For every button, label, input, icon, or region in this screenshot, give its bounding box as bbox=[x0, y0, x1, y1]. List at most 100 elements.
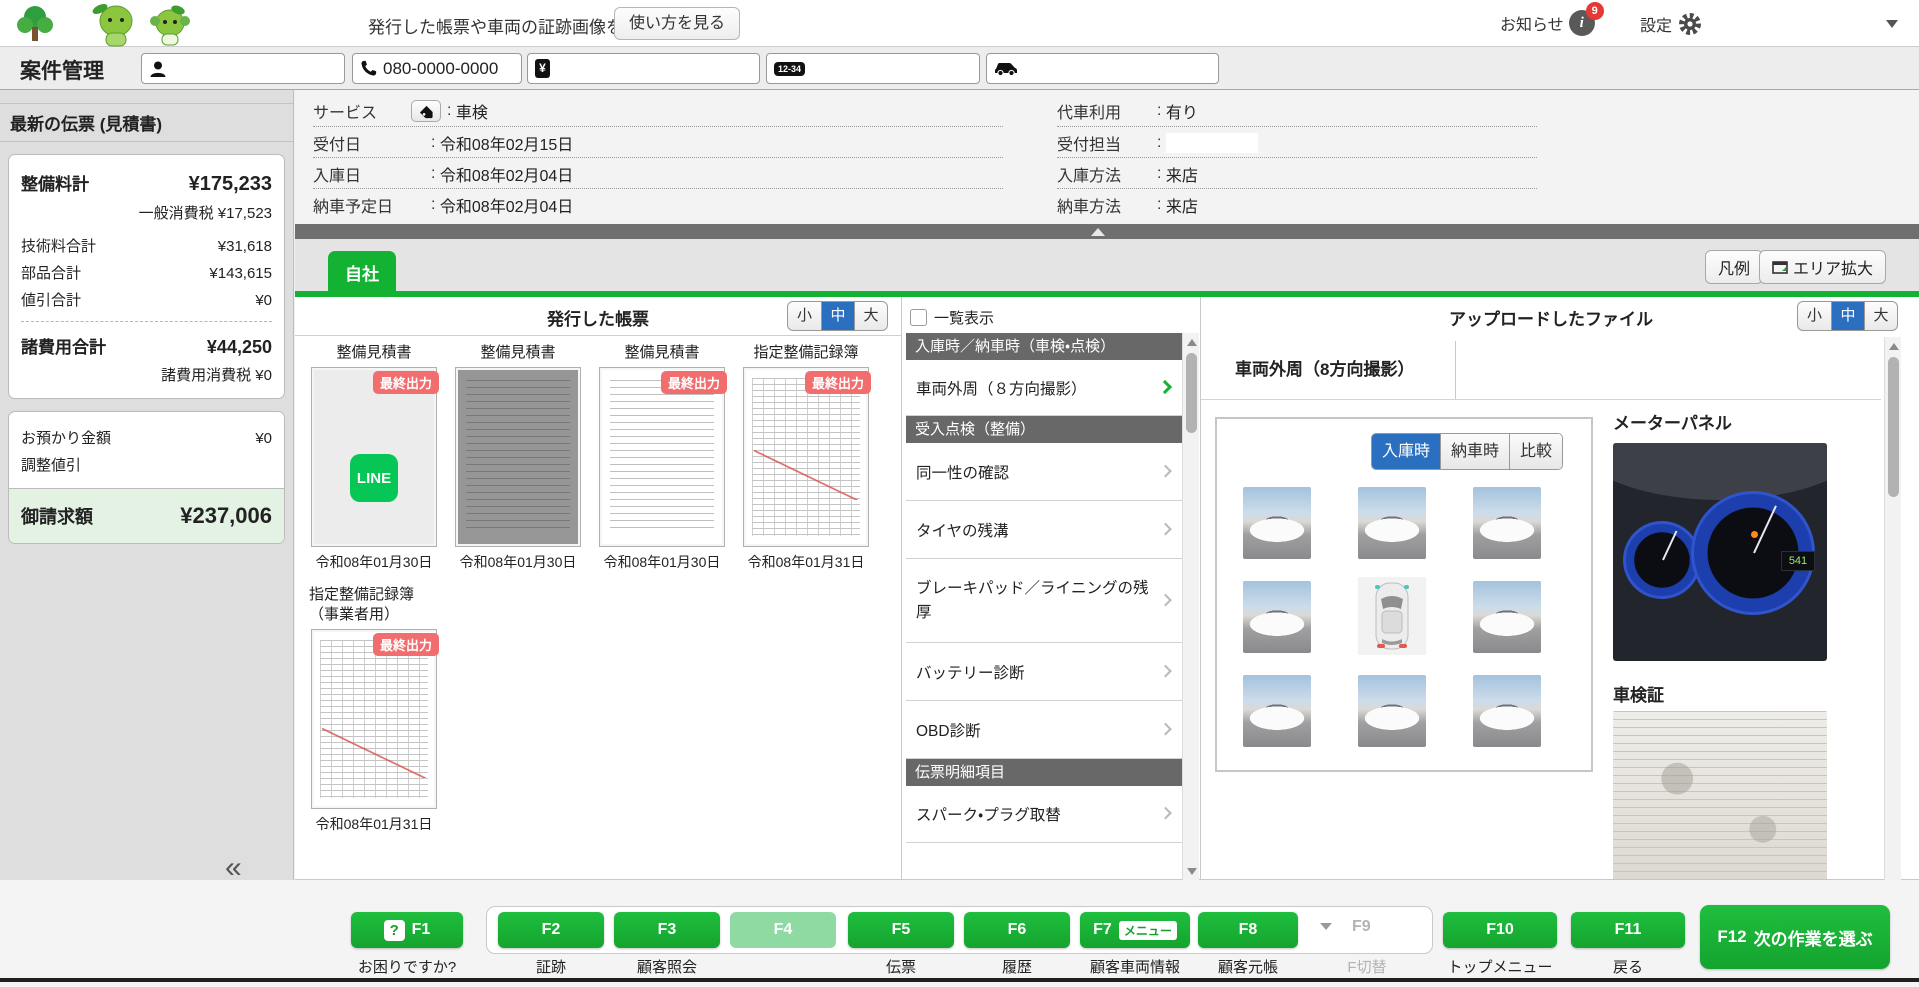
staff-name-redacted bbox=[1166, 133, 1258, 153]
list-view-checkbox[interactable] bbox=[910, 309, 927, 326]
area-expand-button[interactable]: エリア拡大 bbox=[1759, 250, 1886, 284]
document-card[interactable]: 整備見積書 LINE 最終出力 令和08年01月30日 bbox=[309, 343, 439, 572]
f11-label: 戻る bbox=[1571, 956, 1685, 977]
document-card[interactable]: 指定整備記録簿（事業者用） 最終出力 令和08年01月31日 bbox=[309, 585, 439, 834]
document-thumbnail-line[interactable]: LINE 最終出力 bbox=[311, 367, 437, 547]
meter-panel-photo[interactable]: 541 bbox=[1613, 443, 1827, 661]
invoice-card: お預かり金額 ¥0 調整値引 御請求額 ¥237,006 bbox=[8, 411, 285, 544]
inspection-item[interactable]: OBD診断 bbox=[906, 701, 1182, 759]
f9-dropdown-icon[interactable] bbox=[1320, 923, 1332, 930]
reception-staff-row: 受付担当 : bbox=[1057, 130, 1537, 156]
car-right-side-photo[interactable] bbox=[1473, 581, 1541, 653]
mascot-characters bbox=[82, 1, 208, 47]
car-top-view-diagram[interactable] bbox=[1358, 577, 1426, 655]
f12-button[interactable]: F12 次の作業を選ぶ bbox=[1700, 905, 1890, 969]
inspection-item[interactable]: 車両外周（８方向撮影） bbox=[906, 360, 1182, 416]
car-rear-right-photo[interactable] bbox=[1473, 675, 1541, 747]
inspection-item[interactable]: 同一性の確認 bbox=[906, 443, 1182, 501]
car-left-side-photo[interactable] bbox=[1243, 581, 1311, 653]
info-icon[interactable]: i 9 bbox=[1569, 10, 1595, 36]
size-medium[interactable]: 中 bbox=[1831, 302, 1864, 330]
separator: : bbox=[447, 102, 451, 120]
chevron-right-icon bbox=[1159, 807, 1172, 820]
size-small[interactable]: 小 bbox=[788, 302, 821, 330]
settings[interactable]: 設定 bbox=[1640, 10, 1704, 38]
files-size-toggle[interactable]: 小 中 大 bbox=[1797, 301, 1898, 331]
scroll-up-button[interactable] bbox=[1885, 337, 1902, 355]
inspection-item[interactable]: タイヤの残溝 bbox=[906, 501, 1182, 559]
car-rear-left-photo[interactable] bbox=[1243, 675, 1311, 747]
f10-label: トップメニュー bbox=[1439, 956, 1561, 977]
certificate-photo[interactable] bbox=[1613, 711, 1827, 880]
vehicle-photo-card: 入庫時 納車時 比較 bbox=[1215, 417, 1593, 772]
vehicle-input[interactable] bbox=[986, 53, 1219, 84]
document-thumbnail[interactable]: 最終出力 bbox=[311, 629, 437, 809]
f5-button[interactable]: F5 bbox=[848, 912, 954, 948]
deposit-label: お預かり金額 bbox=[21, 427, 111, 448]
scrollbar-thumb[interactable] bbox=[1888, 357, 1899, 497]
document-thumbnail[interactable]: 最終出力 bbox=[743, 367, 869, 547]
phone-value: 080-0000-0000 bbox=[383, 59, 498, 79]
f3-button[interactable]: F3 bbox=[614, 912, 720, 948]
notifications[interactable]: お知らせ i 9 bbox=[1500, 10, 1595, 36]
f4-button[interactable]: F4 bbox=[730, 912, 836, 948]
photo-compare-tabs[interactable]: 入庫時 納車時 比較 bbox=[1371, 433, 1563, 470]
document-card[interactable]: 整備見積書 最終出力 令和08年01月30日 bbox=[597, 343, 727, 572]
size-medium[interactable]: 中 bbox=[821, 302, 854, 330]
odometer-display: 541 bbox=[1781, 551, 1815, 571]
document-card[interactable]: 指定整備記録簿 最終出力 令和08年01月31日 bbox=[741, 343, 871, 572]
car-rear-photo[interactable] bbox=[1358, 675, 1426, 747]
f10-button[interactable]: F10 bbox=[1443, 912, 1557, 948]
f1-button[interactable]: ? F1 bbox=[351, 912, 463, 948]
f8-button[interactable]: F8 bbox=[1198, 912, 1298, 948]
files-scrollbar[interactable] bbox=[1884, 337, 1901, 880]
bottom-divider bbox=[0, 978, 1919, 982]
tab-checkin[interactable]: 入庫時 bbox=[1372, 434, 1440, 469]
document-thumbnail[interactable] bbox=[455, 367, 581, 547]
size-large[interactable]: 大 bbox=[854, 302, 887, 330]
maintenance-total-value: ¥175,233 bbox=[189, 173, 272, 196]
expenses-tax: 諸費用消費税 ¥0 bbox=[21, 364, 272, 385]
panel-collapse-bar[interactable] bbox=[295, 224, 1919, 239]
f2-button[interactable]: F2 bbox=[498, 912, 604, 948]
document-thumbnail[interactable]: 最終出力 bbox=[599, 367, 725, 547]
tree-logo-icon bbox=[12, 3, 58, 45]
f7-label: 顧客車両情報 bbox=[1078, 956, 1192, 977]
scrollbar-thumb[interactable] bbox=[1186, 353, 1197, 433]
documents-size-toggle[interactable]: 小 中 大 bbox=[787, 301, 888, 331]
chevron-right-icon bbox=[1159, 464, 1172, 477]
gear-icon[interactable] bbox=[1676, 10, 1704, 38]
tag-icon-button[interactable] bbox=[411, 100, 441, 122]
date-input[interactable]: 12-34 bbox=[766, 53, 980, 84]
scroll-up-button[interactable] bbox=[1183, 333, 1200, 351]
certificate-label: 車検証 bbox=[1613, 681, 1664, 706]
inspection-item[interactable]: バッテリー診断 bbox=[906, 643, 1182, 701]
settings-label: 設定 bbox=[1640, 12, 1672, 36]
inspection-item[interactable]: スパーク・プラグ取替 bbox=[906, 786, 1182, 843]
discount-total-value: ¥0 bbox=[255, 292, 272, 309]
car-front-left-photo[interactable] bbox=[1243, 487, 1311, 559]
f6-button[interactable]: F6 bbox=[964, 912, 1070, 948]
inspection-section-header: 伝票明細項目 bbox=[906, 759, 1182, 786]
legend-button[interactable]: 凡例 bbox=[1705, 250, 1763, 284]
document-card[interactable]: 整備見積書 令和08年01月30日 bbox=[453, 343, 583, 572]
size-large[interactable]: 大 bbox=[1864, 302, 1897, 330]
car-front-right-photo[interactable] bbox=[1473, 487, 1541, 559]
f11-button[interactable]: F11 bbox=[1571, 912, 1685, 948]
help-button[interactable]: 使い方を見る bbox=[614, 7, 740, 40]
sidebar-collapse-button[interactable]: « bbox=[225, 858, 242, 878]
size-small[interactable]: 小 bbox=[1798, 302, 1831, 330]
scroll-down-button[interactable] bbox=[1183, 862, 1200, 880]
inspection-scrollbar[interactable] bbox=[1182, 333, 1199, 880]
tab-delivery[interactable]: 納車時 bbox=[1440, 434, 1509, 469]
billing-input[interactable]: ¥ bbox=[527, 53, 760, 84]
list-view-toggle[interactable]: 一覧表示 bbox=[910, 307, 994, 328]
inspection-item[interactable]: ブレーキパッド／ライニングの残厚 bbox=[906, 559, 1182, 643]
tab-own-company[interactable]: 自社 bbox=[328, 251, 396, 293]
phone-input[interactable]: 080-0000-0000 bbox=[352, 53, 522, 84]
tab-compare[interactable]: 比較 bbox=[1509, 434, 1562, 469]
f7-button[interactable]: F7 メニュー bbox=[1080, 912, 1190, 948]
car-front-photo[interactable] bbox=[1358, 487, 1426, 559]
customer-name-input[interactable] bbox=[141, 53, 345, 84]
menu-caret-icon[interactable] bbox=[1886, 20, 1898, 28]
